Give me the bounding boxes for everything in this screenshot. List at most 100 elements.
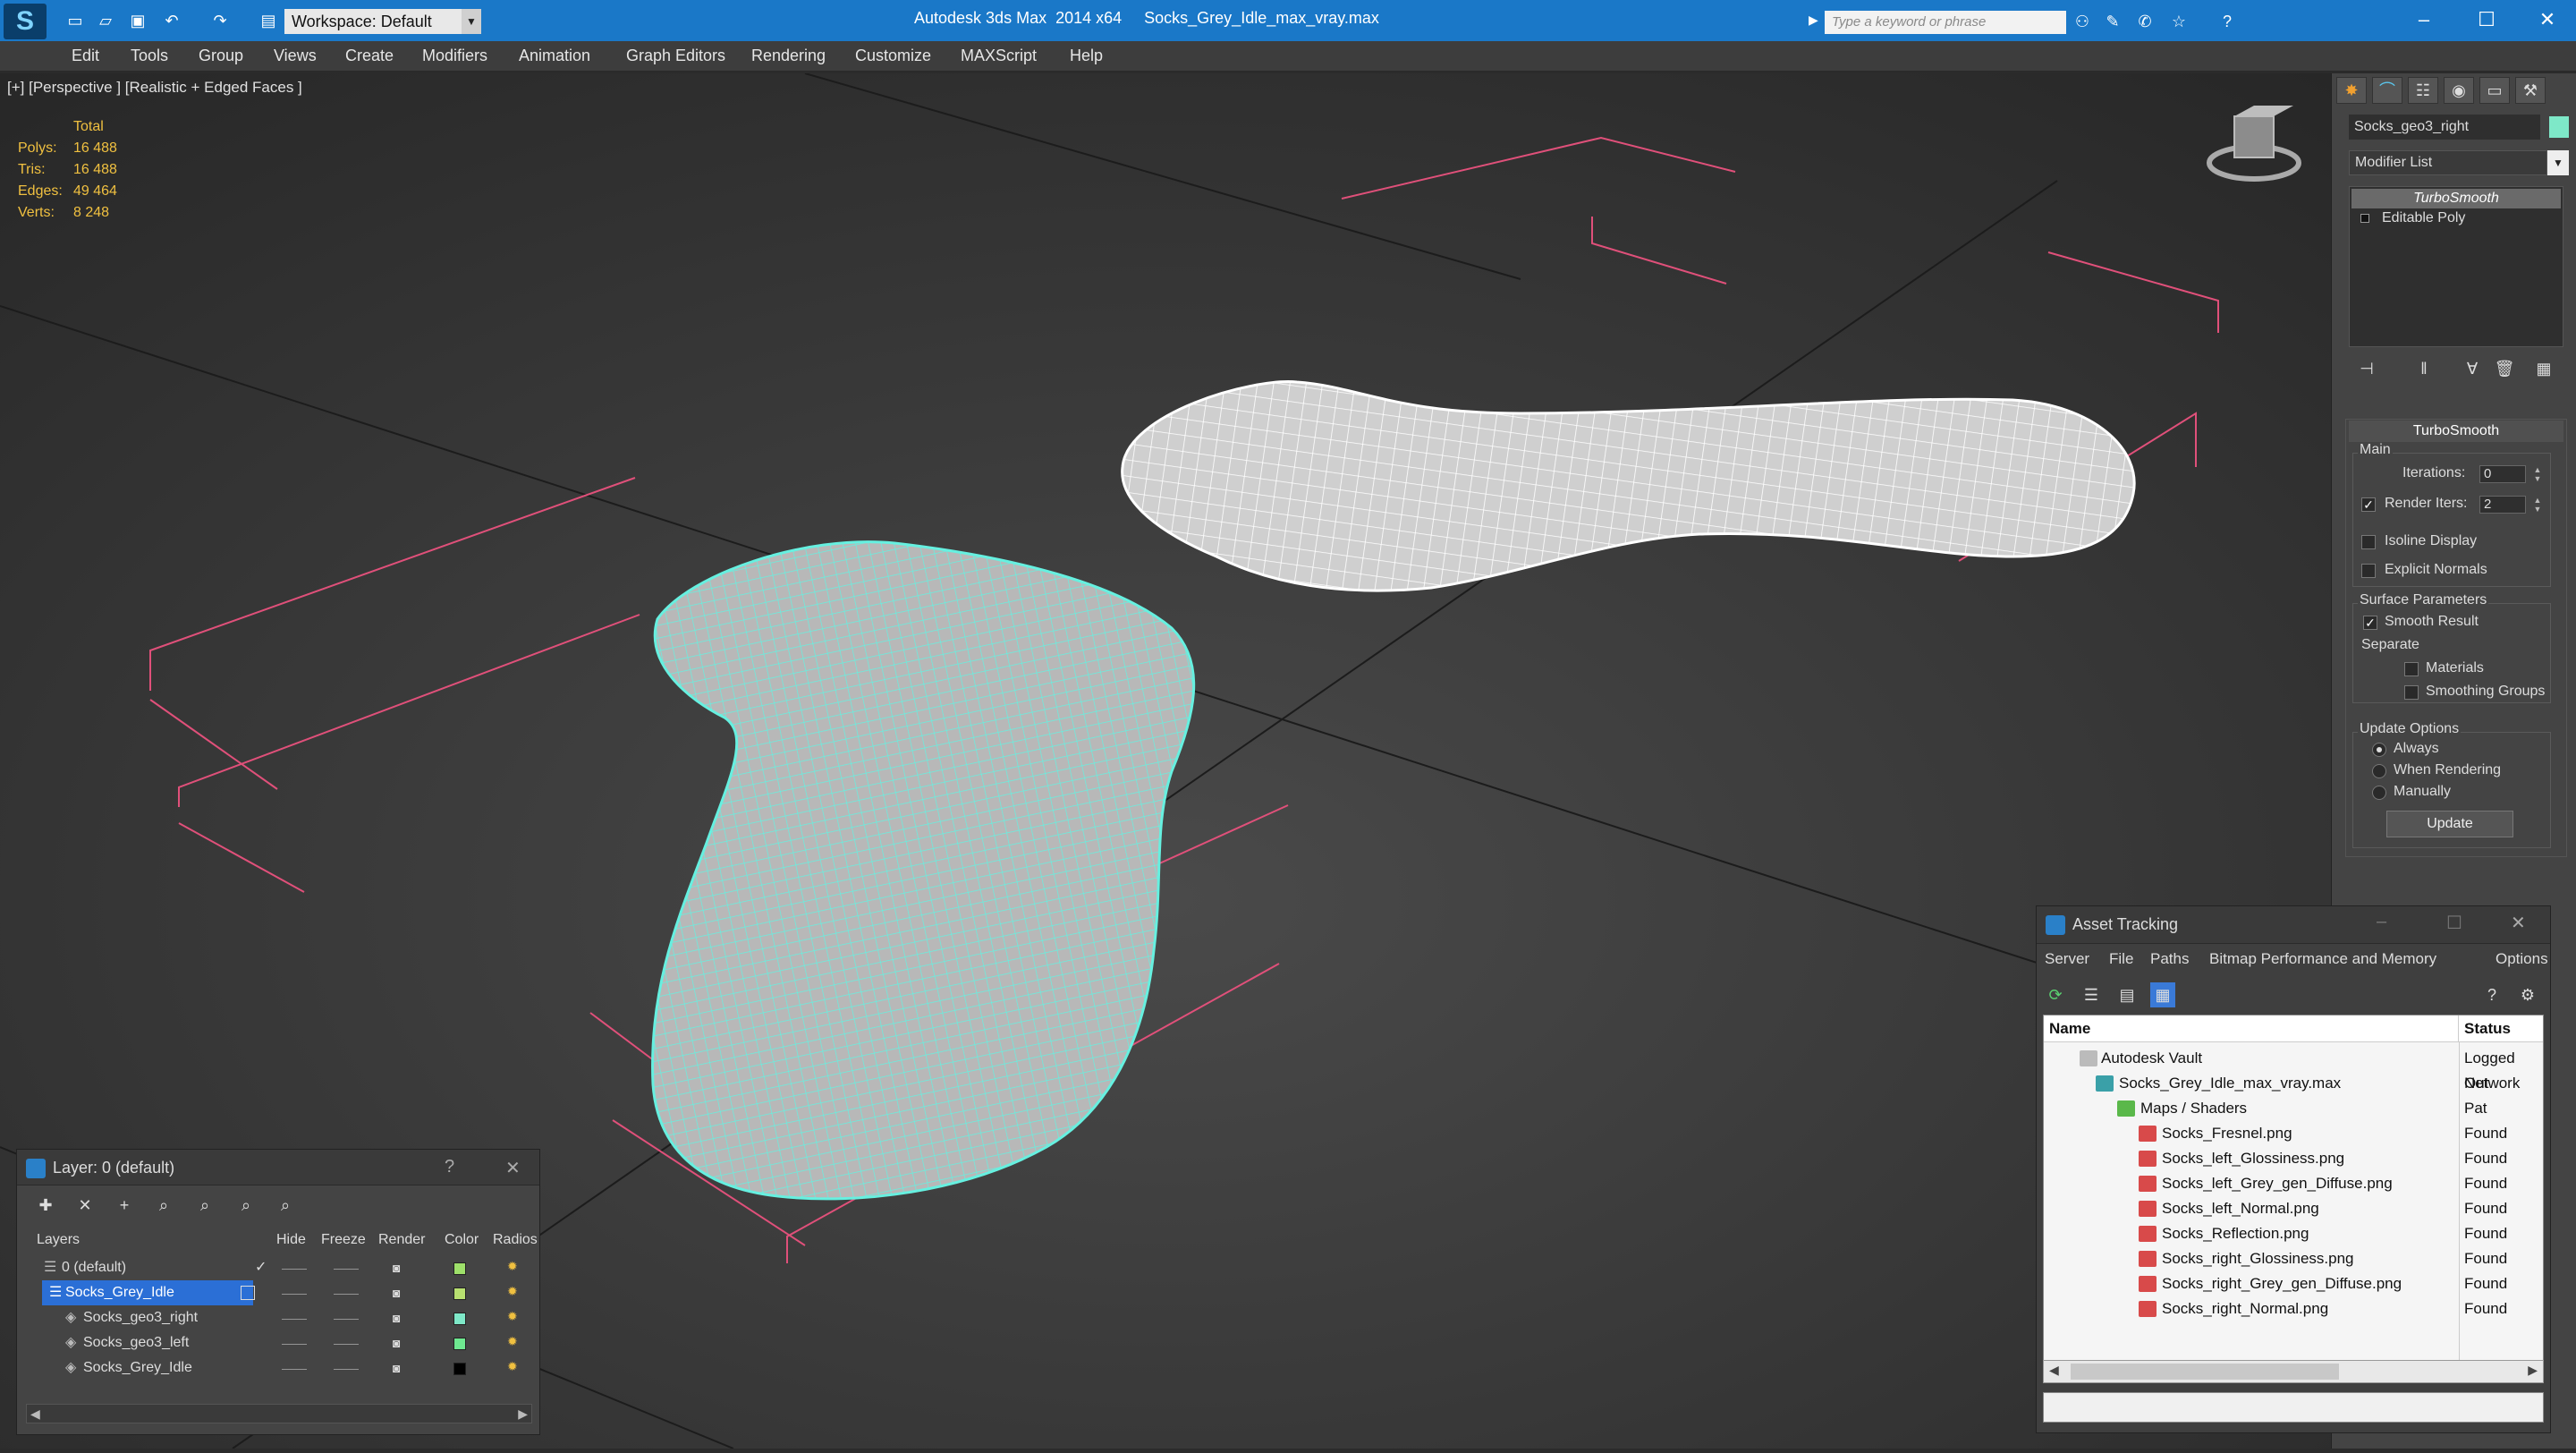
layer-color-swatch[interactable] [453, 1363, 466, 1375]
hide-toggle[interactable]: —— [282, 1336, 307, 1350]
configure-sets-icon[interactable]: ▦ [2531, 360, 2556, 381]
rollout-title[interactable]: TurboSmooth [2349, 421, 2563, 442]
update-button[interactable]: Update [2386, 811, 2513, 837]
menu-group[interactable]: Group [199, 47, 243, 65]
vault-settings-icon[interactable]: ⚙ [2515, 982, 2540, 1007]
col-color[interactable]: Color [445, 1232, 479, 1248]
freeze-toggle[interactable]: —— [334, 1336, 359, 1350]
hide-toggle[interactable]: —— [282, 1261, 307, 1275]
scroll-right-icon[interactable]: ▶ [2528, 1363, 2538, 1378]
render-iters-spinner[interactable]: 2 [2479, 496, 2526, 514]
menu-customize[interactable]: Customize [855, 47, 931, 65]
layer-row[interactable]: ◈ Socks_geo3_right [26, 1305, 527, 1330]
new-file-icon[interactable]: ▭ [64, 11, 86, 30]
asset-menu-server[interactable]: Server [2045, 950, 2089, 968]
workspace-select[interactable]: Workspace: Default [284, 9, 462, 34]
expand-icon[interactable] [2360, 214, 2369, 223]
menu-modifiers[interactable]: Modifiers [422, 47, 487, 65]
horizontal-scrollbar[interactable]: ◀ ▶ [26, 1404, 532, 1423]
grid-view-icon[interactable]: ▦ [2150, 982, 2175, 1007]
always-radio[interactable] [2372, 743, 2386, 757]
col-status-header[interactable]: Status [2459, 1015, 2543, 1042]
render-toggle-icon[interactable]: ◙ [393, 1336, 400, 1350]
radios-toggle-icon[interactable]: ✹ [507, 1359, 518, 1374]
freeze-all-icon[interactable]: ⌕ [273, 1193, 298, 1218]
menu-maxscript[interactable]: MAXScript [961, 47, 1037, 65]
favorites-star-icon[interactable]: ☆ [2168, 11, 2190, 32]
viewport-label[interactable]: [+] [Perspective ] [Realistic + Edged Fa… [7, 79, 302, 97]
iterations-spinner-arrows[interactable]: ▲ ▼ [2531, 465, 2544, 483]
layer-row[interactable]: ◈ Socks_geo3_left [26, 1330, 527, 1355]
isoline-display-checkbox[interactable] [2361, 535, 2376, 549]
col-render[interactable]: Render [378, 1232, 425, 1248]
layer-panel-titlebar[interactable]: Layer: 0 (default) ? ✕ [17, 1150, 539, 1185]
col-radios[interactable]: Radios [493, 1232, 538, 1248]
asset-row[interactable]: Socks_Fresnel.png Found [2044, 1121, 2543, 1146]
menu-graph-editors[interactable]: Graph Editors [626, 47, 725, 65]
freeze-toggle[interactable]: —— [334, 1286, 359, 1300]
asset-row[interactable]: Socks_left_Glossiness.png Found [2044, 1146, 2543, 1171]
show-end-result-icon[interactable]: ‖ [2411, 360, 2436, 381]
maximize-button[interactable]: ☐ [2446, 912, 2462, 934]
render-iters-spinner-arrows[interactable]: ▲ ▼ [2531, 496, 2544, 514]
create-tab-icon[interactable]: ✸ [2336, 77, 2367, 104]
binoculars-icon[interactable]: ⚇ [2072, 11, 2093, 32]
close-button[interactable]: ✕ [505, 1157, 521, 1179]
select-objects-icon[interactable]: ⌕ [151, 1193, 176, 1218]
refresh-icon[interactable]: ⟳ [2043, 982, 2068, 1007]
freeze-toggle[interactable]: —— [334, 1311, 359, 1325]
asset-row[interactable]: Socks_right_Normal.png Found [2044, 1296, 2543, 1321]
maximize-button[interactable]: ☐ [2460, 4, 2513, 36]
freeze-toggle[interactable]: —— [334, 1261, 359, 1275]
display-tab-icon[interactable]: ▭ [2479, 77, 2510, 104]
materials-checkbox[interactable] [2404, 662, 2419, 676]
asset-row[interactable]: Socks_right_Grey_gen_Diffuse.png Found [2044, 1271, 2543, 1296]
col-name-header[interactable]: Name [2044, 1015, 2459, 1042]
remove-modifier-icon[interactable]: 🗑 [2492, 360, 2517, 381]
asset-menu-paths[interactable]: Paths [2150, 950, 2189, 968]
close-button[interactable]: ✕ [2511, 912, 2526, 934]
undo-icon[interactable]: ↶ [161, 11, 182, 30]
asset-path-field[interactable] [2043, 1392, 2544, 1423]
layer-color-swatch[interactable] [453, 1262, 466, 1275]
project-folder-icon[interactable]: ▤ [258, 11, 279, 30]
minimize-button[interactable]: – [2377, 912, 2386, 932]
layer-row[interactable]: ◈ Socks_Grey_Idle [26, 1355, 527, 1381]
modifier-list-dropdown-icon[interactable]: ▼ [2547, 150, 2569, 175]
close-button[interactable]: ✕ [2521, 4, 2574, 36]
delete-layer-icon[interactable]: ✕ [72, 1193, 97, 1218]
app-logo-icon[interactable]: S [4, 4, 47, 39]
hide-all-icon[interactable]: ⌕ [233, 1193, 258, 1218]
object-color-swatch[interactable] [2549, 116, 2569, 138]
asset-menu-file[interactable]: File [2109, 950, 2133, 968]
table-view-icon[interactable]: ▤ [2114, 982, 2140, 1007]
utilities-tab-icon[interactable]: ⚒ [2515, 77, 2546, 104]
render-toggle-icon[interactable]: ◙ [393, 1361, 400, 1375]
radios-toggle-icon[interactable]: ✹ [507, 1284, 518, 1299]
freeze-toggle[interactable]: —— [334, 1361, 359, 1375]
stack-item-editable-poly[interactable]: Editable Poly [2351, 208, 2561, 228]
object-name-field[interactable]: Socks_geo3_right [2349, 115, 2540, 140]
menu-rendering[interactable]: Rendering [751, 47, 826, 65]
render-iters-checkbox[interactable]: ✓ [2361, 497, 2376, 512]
modifier-list-select[interactable]: Modifier List [2349, 150, 2547, 175]
render-toggle-icon[interactable]: ◙ [393, 1261, 400, 1275]
scroll-thumb[interactable] [2071, 1364, 2339, 1380]
make-unique-icon[interactable]: ∀ [2460, 360, 2485, 381]
col-hide[interactable]: Hide [276, 1232, 306, 1248]
vault-help-icon[interactable]: ? [2479, 982, 2504, 1007]
layer-color-swatch[interactable] [453, 1287, 466, 1300]
new-layer-icon[interactable]: ✚ [33, 1193, 58, 1218]
radios-toggle-icon[interactable]: ✹ [507, 1309, 518, 1324]
add-to-layer-icon[interactable]: + [112, 1193, 137, 1218]
smooth-result-checkbox[interactable]: ✓ [2363, 616, 2377, 630]
set-current-checkbox[interactable] [241, 1286, 255, 1300]
asset-menu-options[interactable]: Options [2496, 950, 2548, 968]
asset-panel-titlebar[interactable]: Asset Tracking – ☐ ✕ [2037, 906, 2550, 944]
layer-color-swatch[interactable] [453, 1313, 466, 1325]
hide-toggle[interactable]: —— [282, 1361, 307, 1375]
motion-tab-icon[interactable]: ◉ [2444, 77, 2474, 104]
col-freeze[interactable]: Freeze [321, 1232, 366, 1248]
menu-edit[interactable]: Edit [72, 47, 99, 65]
asset-row[interactable]: Socks_Grey_Idle_max_vray.max Network Pat [2044, 1071, 2543, 1117]
